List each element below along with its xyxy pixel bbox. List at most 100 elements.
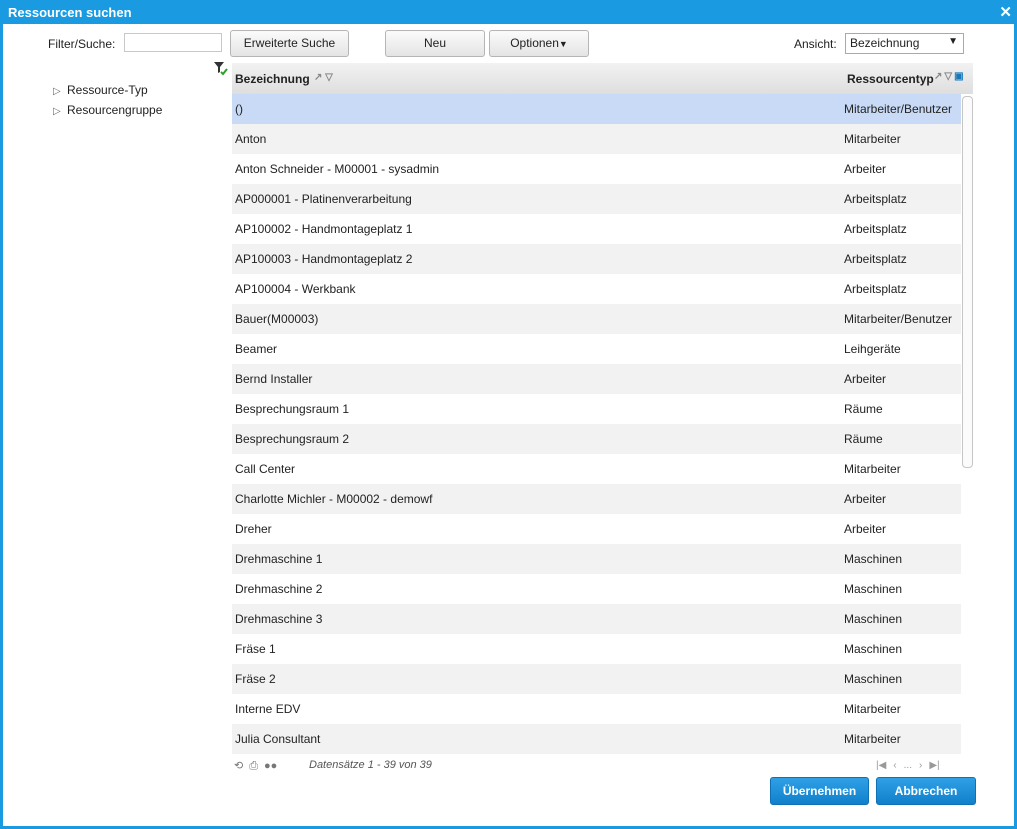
first-page-icon[interactable]: |◀ [876,760,886,771]
cell-bezeichnung: Bernd Installer [235,372,313,386]
cell-bezeichnung: Bauer(M00003) [235,312,319,326]
table-row[interactable]: Besprechungsraum 1 Räume [232,394,961,424]
caret-down-icon: ▼ [558,39,568,49]
table-row[interactable]: AP000001 - Platinenverarbeitung Arbeitspl… [232,184,961,214]
vertical-scrollbar[interactable] [961,94,973,754]
dialog-title: Ressourcen suchen [8,5,132,20]
expand-icon[interactable]: ▷ [53,104,67,119]
cell-bezeichnung: Dreher [235,522,272,536]
apply-button[interactable]: Übernehmen [770,777,869,805]
cell-ressourcentyp: Arbeitsplatz [844,282,907,296]
view-label: Ansicht: [794,37,837,51]
cell-ressourcentyp: Arbeiter [844,372,887,386]
cell-bezeichnung: Drehmaschine 2 [235,582,323,596]
scroll-thumb[interactable] [962,96,973,468]
view-select-value: Bezeichnung [850,36,920,50]
options-button[interactable]: Optionen▼ [489,30,589,57]
table-row[interactable]: Fräse 2 Maschinen [232,664,961,694]
last-page-icon[interactable]: ▶| [929,760,939,771]
table-row[interactable]: Anton Mitarbeiter [232,124,961,154]
print-icon[interactable]: ⎙ [249,760,258,772]
cell-bezeichnung: () [235,102,243,116]
table-row[interactable]: Drehmaschine 3 Maschinen [232,604,961,634]
table-row[interactable]: Bauer(M00003) Mitarbeiter/Benutzer [232,304,961,334]
cell-bezeichnung: Besprechungsraum 2 [235,432,350,446]
cell-ressourcentyp: Arbeitsplatz [844,192,907,206]
cell-ressourcentyp: Räume [844,432,883,446]
column-settings-icon[interactable]: ▣ [954,71,963,82]
table-row[interactable]: Bernd Installer Arbeiter [232,364,961,394]
cell-ressourcentyp: Leihgeräte [844,342,901,356]
sort-icon[interactable]: ↗ [934,71,942,82]
table-row[interactable]: Besprechungsraum 2 Räume [232,424,961,454]
table-row[interactable]: () Mitarbeiter/Benutzer [232,94,961,124]
tree-item-resourcengruppe[interactable]: ▷ Resourcengruppe [53,103,162,123]
title-bar: Ressourcen suchen ✕ [3,0,1017,24]
cell-ressourcentyp: Maschinen [844,582,903,596]
new-button[interactable]: Neu [385,30,485,57]
tree-item-label: Ressource-Typ [67,83,148,97]
cell-bezeichnung: AP000001 - Platinenverarbeitung [235,192,412,206]
cell-bezeichnung: Anton [235,132,267,146]
cell-ressourcentyp: Maschinen [844,612,903,626]
table-row[interactable]: AP100003 - Handmontageplatz 2 Arbeitsplat… [232,244,961,274]
cell-bezeichnung: Julia Consultant [235,732,321,746]
table-row[interactable]: Beamer Leihgeräte [232,334,961,364]
cell-bezeichnung: Fräse 2 [235,672,276,686]
refresh-icon[interactable]: ⟲ [234,760,243,772]
cell-bezeichnung: Interne EDV [235,702,301,716]
column-header-ressourcentyp[interactable]: Ressourcentyp [847,72,934,86]
cell-bezeichnung: Anton Schneider - M00001 - sysadmin [235,162,440,176]
cell-bezeichnung: Drehmaschine 1 [235,552,323,566]
cell-ressourcentyp: Mitarbeiter [844,702,901,716]
cell-ressourcentyp: Arbeitsplatz [844,252,907,266]
column-header-bezeichnung[interactable]: Bezeichnung [235,72,310,86]
filter-input[interactable] [124,33,222,52]
cell-ressourcentyp: Räume [844,402,883,416]
prev-page-icon[interactable]: ‹ [893,760,896,771]
table-row[interactable]: Charlotte Michler - M00002 - demowf Arbei… [232,484,961,514]
sort-filter-icons: ↗ ▽ ▣ [934,71,966,82]
tree-item-label: Resourcengruppe [67,103,163,117]
grid-header: Bezeichnung ↗ ▽ Ressourcentyp ↗ ▽ ▣ [232,63,973,95]
cell-ressourcentyp: Mitarbeiter [844,732,901,746]
cell-bezeichnung: AP100002 - Handmontageplatz 1 [235,222,413,236]
cell-bezeichnung: Call Center [235,462,296,476]
filter-icon[interactable]: ▽ [325,72,333,83]
grid-footer-tools: ⟲ ⎙ ●● [234,759,283,773]
next-page-icon[interactable]: › [919,760,922,771]
pager: |◀ ‹... › ▶| [876,760,947,771]
grid-body: () Mitarbeiter/Benutzer Anton Mitarbeiter An… [232,94,961,754]
table-row[interactable]: Drehmaschine 2 Maschinen [232,574,961,604]
cell-bezeichnung: Besprechungsraum 1 [235,402,350,416]
cell-ressourcentyp: Mitarbeiter/Benutzer [844,312,953,326]
table-row[interactable]: Call Center Mitarbeiter [232,454,961,484]
table-row[interactable]: Drehmaschine 1 Maschinen [232,544,961,574]
table-row[interactable]: Anton Schneider - M00001 - sysadmin Arbei… [232,154,961,184]
filter-icon[interactable]: ▽ [944,71,952,82]
filter-active-icon[interactable] [214,62,228,76]
close-icon[interactable]: ✕ [999,3,1012,21]
cell-bezeichnung: AP100003 - Handmontageplatz 2 [235,252,413,266]
table-row[interactable]: Dreher Arbeiter [232,514,961,544]
table-row[interactable]: Interne EDV Mitarbeiter [232,694,961,724]
tree-item-ressource-typ[interactable]: ▷ Ressource-Typ [53,83,162,103]
sort-icon[interactable]: ↗ [314,72,322,83]
expand-icon[interactable]: ▷ [53,84,67,99]
sort-filter-icons: ↗ ▽ [314,72,333,83]
resource-search-dialog: Ressourcen suchen ✕ Filter/Suche: Erweit… [0,0,1017,829]
table-row[interactable]: Fräse 1 Maschinen [232,634,961,664]
cell-ressourcentyp: Maschinen [844,642,903,656]
table-row[interactable]: AP100002 - Handmontageplatz 1 Arbeitsplat… [232,214,961,244]
cell-bezeichnung: Fräse 1 [235,642,276,656]
cell-ressourcentyp: Maschinen [844,552,903,566]
options-label: Optionen [510,36,559,50]
columns-icon[interactable]: ●● [264,760,277,772]
extended-search-button[interactable]: Erweiterte Suche [230,30,349,57]
pager-ellipsis: ... [903,760,912,771]
cell-ressourcentyp: Mitarbeiter [844,462,901,476]
view-select[interactable]: Bezeichnung ▼ [845,33,964,54]
cancel-button[interactable]: Abbrechen [876,777,976,805]
table-row[interactable]: Julia Consultant Mitarbeiter [232,724,961,754]
table-row[interactable]: AP100004 - Werkbank Arbeitsplatz [232,274,961,304]
